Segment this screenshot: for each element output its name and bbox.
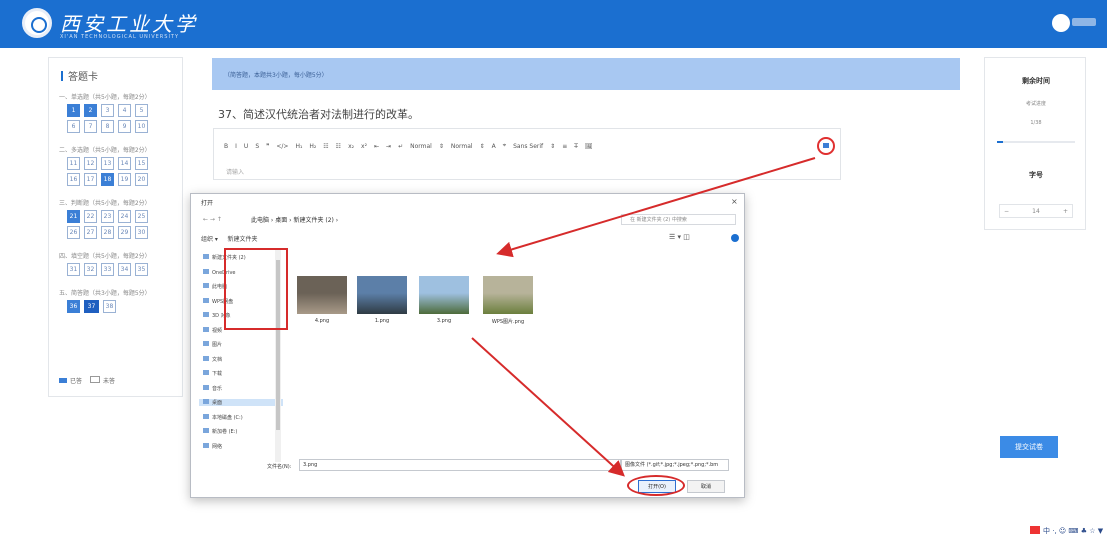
arrow-to-open-button bbox=[471, 337, 625, 477]
ime-text: 中 ·, ☺ ⌨ ♣ ☆ ▼ bbox=[1043, 527, 1104, 535]
ime-toolbar[interactable]: 中 ·, ☺ ⌨ ♣ ☆ ▼ bbox=[1030, 526, 1103, 536]
arrow-to-file bbox=[496, 157, 816, 258]
ime-logo-icon bbox=[1030, 526, 1040, 534]
annotation-arrows bbox=[471, 157, 816, 477]
